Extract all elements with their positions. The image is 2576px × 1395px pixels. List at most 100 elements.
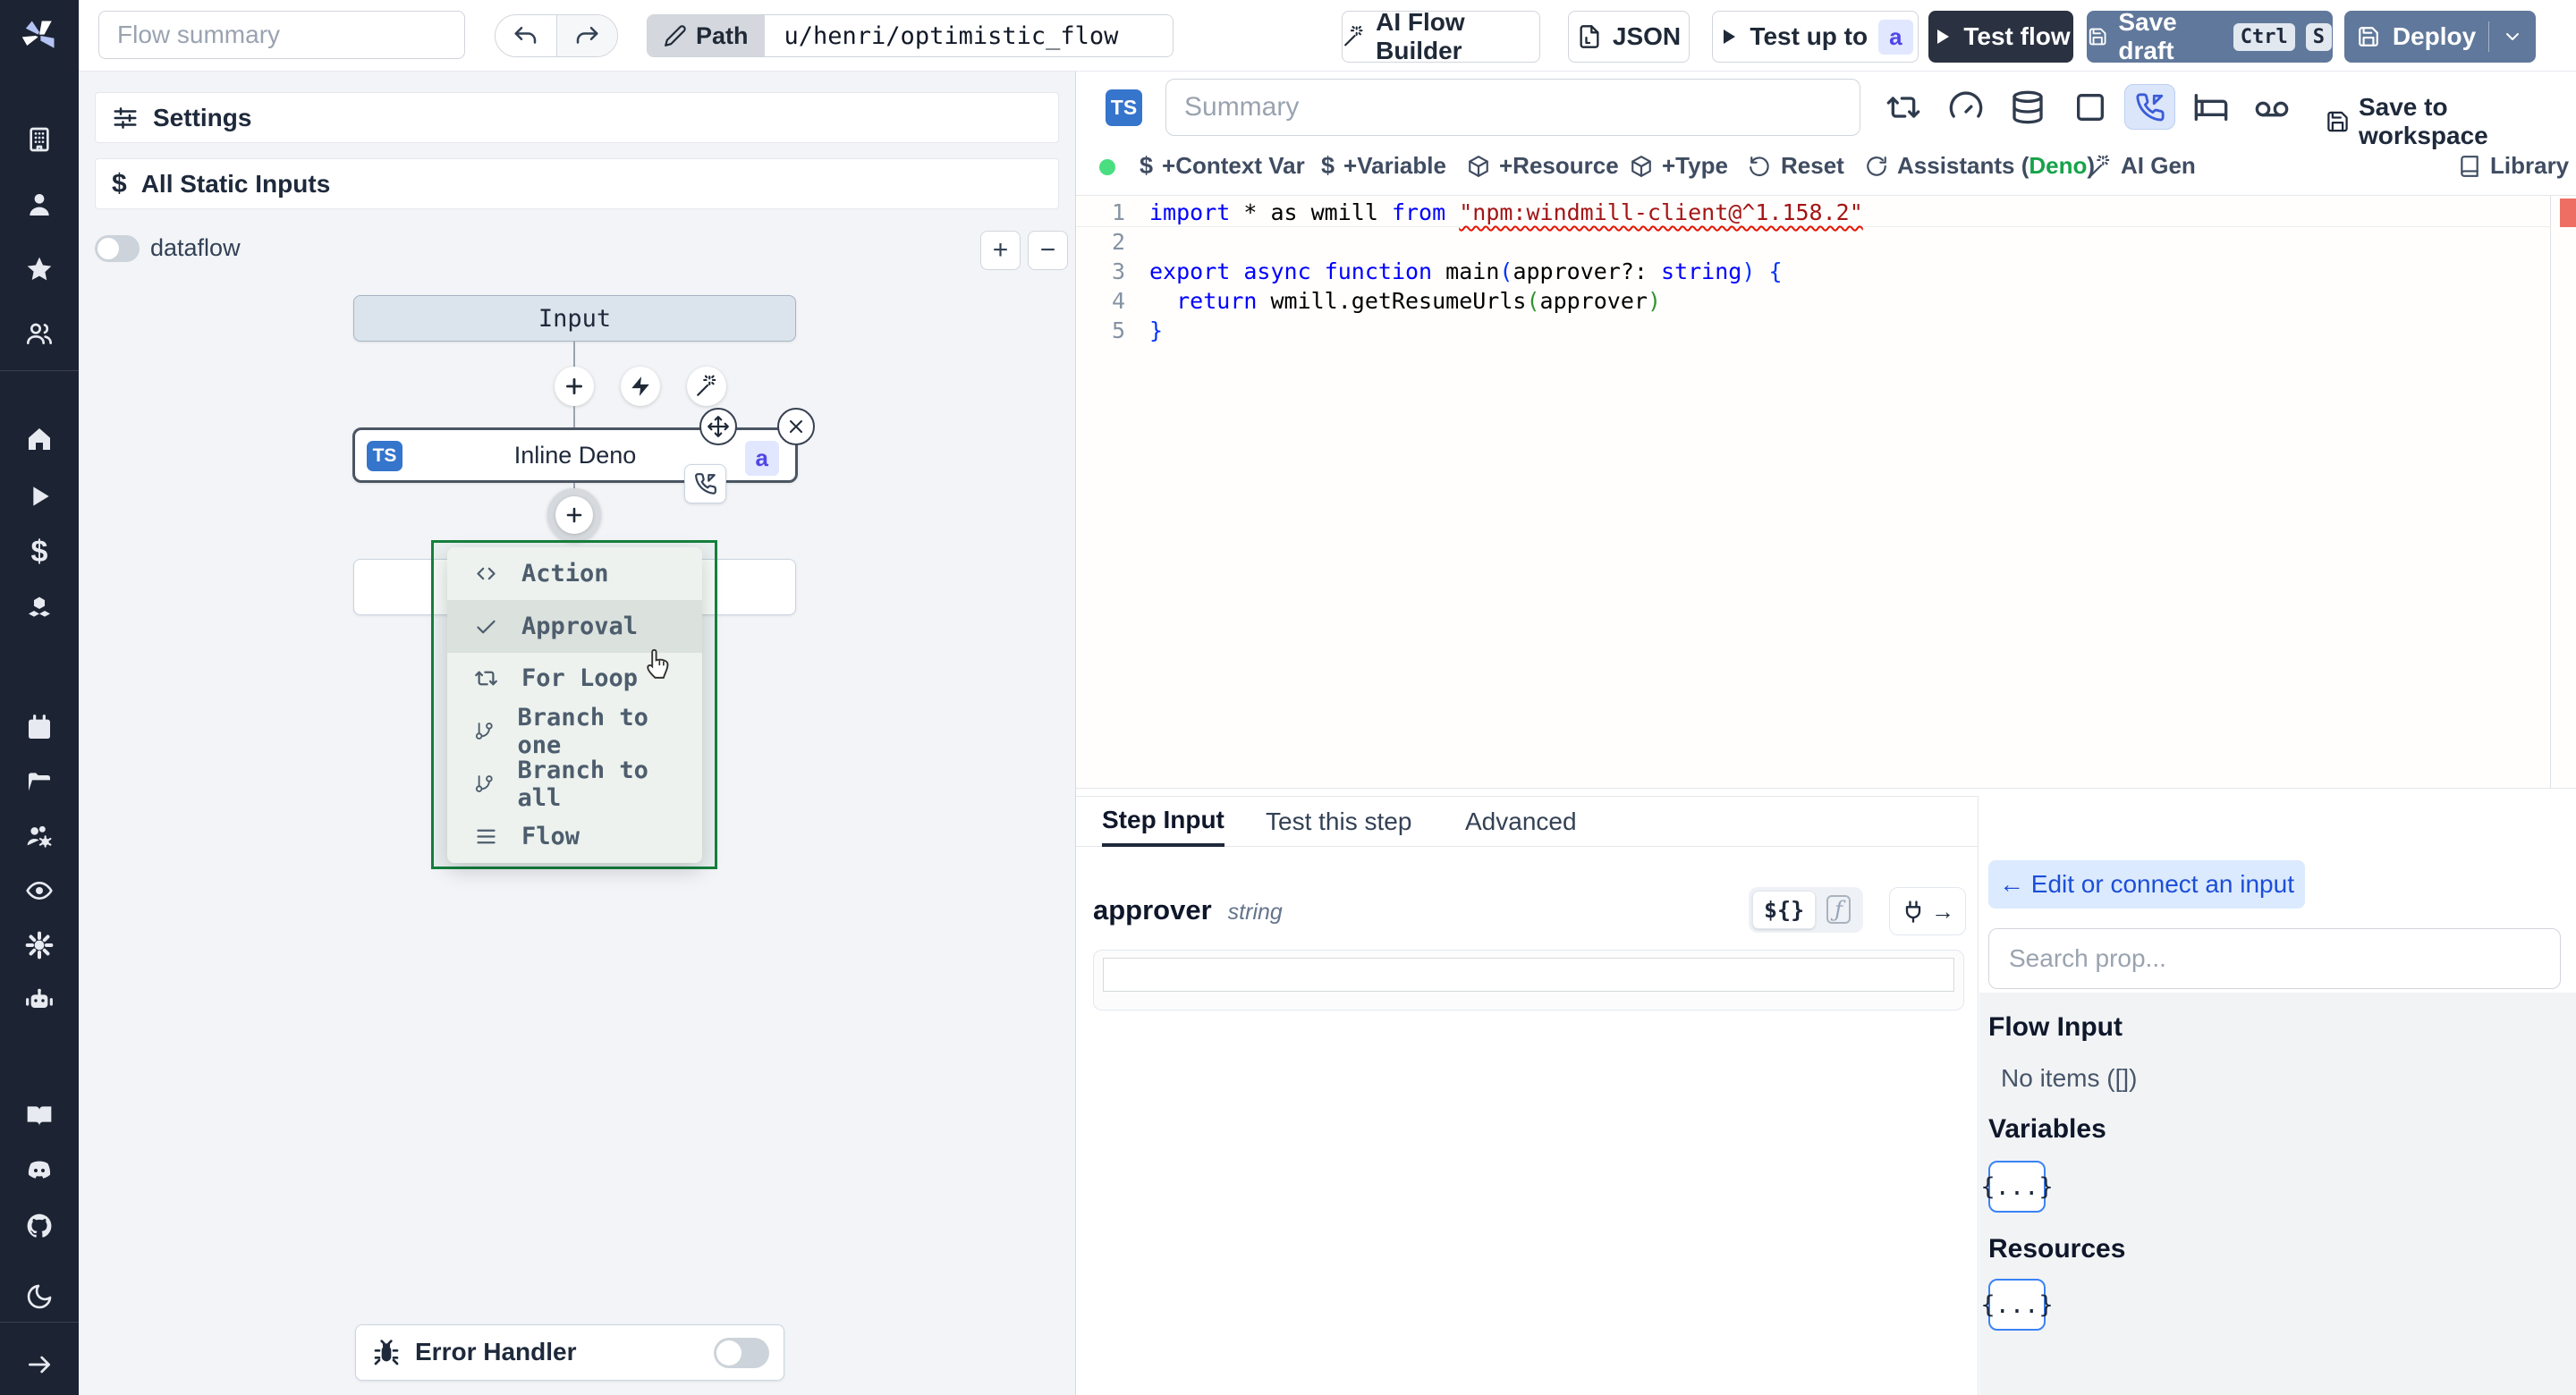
fn-mode-button[interactable]: ƒ (1818, 893, 1860, 926)
zoom-in-button[interactable]: + (980, 231, 1021, 270)
error-handler-node[interactable]: Error Handler (355, 1324, 784, 1381)
workspace-icon[interactable] (25, 125, 54, 154)
error-handler-label: Error Handler (415, 1338, 577, 1365)
ai-flow-builder-button[interactable]: AI Flow Builder (1342, 8, 1540, 64)
code-editor[interactable]: 1 import * as wmill from "npm:windmill-cl… (1076, 195, 2576, 789)
dark-mode-moon-icon[interactable] (25, 1282, 54, 1311)
database-cache-icon[interactable] (2010, 89, 2046, 125)
docs-icon[interactable] (25, 1102, 54, 1130)
flow-input-heading: Flow Input (1988, 1012, 2123, 1042)
test-flow-button[interactable]: Test flow (1928, 11, 2073, 63)
assistants-label: Assistants (Deno) (1897, 152, 2096, 179)
error-handler-toggle[interactable] (714, 1338, 769, 1368)
voicemail-icon[interactable] (2254, 91, 2290, 127)
runs-icon[interactable] (25, 482, 54, 511)
save-icon (2088, 25, 2107, 48)
discord-icon[interactable] (25, 1156, 54, 1185)
book-icon (2458, 155, 2481, 178)
gauge-performance-icon[interactable] (1948, 89, 1984, 125)
play-icon (1717, 26, 1739, 47)
concurrency-square-icon[interactable] (2072, 89, 2108, 125)
variables-icon[interactable]: $ (25, 535, 54, 569)
add-resource-button[interactable]: +Resource (1467, 152, 1619, 180)
path-value-input[interactable]: u/henri/optimistic_flow (764, 15, 1173, 56)
variables-object-chip[interactable]: {...} (1980, 1161, 2054, 1213)
resources-icon[interactable] (25, 595, 54, 623)
flow-summary-input[interactable]: Flow summary (98, 11, 465, 59)
github-icon[interactable] (25, 1212, 54, 1240)
menu-item-branch-to-one[interactable]: Branch to one (447, 704, 702, 759)
package-icon (1630, 155, 1653, 178)
tab-step-input[interactable]: Step Input (1102, 797, 1224, 847)
zoom-out-button[interactable]: − (1028, 231, 1068, 270)
groups-icon[interactable] (25, 319, 54, 348)
repeat-retries-icon[interactable] (1885, 89, 1921, 125)
library-button[interactable]: Library (2458, 152, 2569, 180)
undo-button[interactable] (496, 15, 556, 56)
audit-logs-icon[interactable] (25, 876, 54, 905)
trigger-zap-button[interactable] (621, 367, 660, 406)
home-icon[interactable] (25, 425, 54, 453)
all-static-inputs-label: All Static Inputs (140, 169, 331, 198)
flow-settings-label: Settings (153, 103, 252, 131)
code-icon (474, 562, 498, 586)
folders-icon[interactable] (25, 768, 54, 797)
path-button[interactable]: Path (648, 15, 765, 56)
test-up-to-button[interactable]: Test up to a (1712, 11, 1919, 63)
workers-robot-icon[interactable] (25, 986, 54, 1015)
menu-item-branch-to-all[interactable]: Branch to all (447, 757, 702, 812)
check-icon (474, 614, 498, 638)
flow-settings-row[interactable]: Settings (95, 92, 1059, 143)
insert-step-button[interactable] (555, 367, 594, 406)
edit-or-connect-button[interactable]: ← Edit or connect an input (1988, 860, 2305, 909)
ai-suggest-button[interactable] (687, 367, 726, 406)
suspend-approval-active-button[interactable] (2124, 84, 2175, 130)
typescript-badge: TS (1106, 89, 1142, 126)
save-draft-button[interactable]: Save draft Ctrl S (2087, 8, 2333, 64)
save-to-workspace-label: Save to workspace (2358, 93, 2488, 149)
insert-step-button[interactable] (555, 496, 593, 534)
search-prop-input[interactable]: Search prop... (1988, 928, 2561, 989)
suspend-approval-badge[interactable] (684, 464, 726, 503)
variables-heading: Variables (1988, 1114, 2106, 1144)
editor-scrollbar-gutter[interactable] (2550, 195, 2551, 789)
step-summary-input[interactable]: Summary (1165, 79, 1860, 136)
delete-step-button[interactable] (777, 408, 815, 445)
assistants-button[interactable]: Assistants (Deno) (1865, 152, 2095, 180)
connect-input-button[interactable]: → (1889, 887, 1966, 935)
schedules-icon[interactable] (25, 714, 54, 742)
save-to-workspace-button[interactable]: Save to workspace (2326, 93, 2576, 150)
expand-sidebar-icon[interactable] (25, 1350, 54, 1379)
json-button[interactable]: JSON (1568, 11, 1690, 63)
move-step-button[interactable] (699, 408, 737, 445)
tab-test-this-step[interactable]: Test this step (1266, 797, 1411, 847)
expr-mode-button[interactable]: ${} (1752, 891, 1817, 929)
sleep-bed-icon[interactable] (2193, 89, 2229, 125)
flow-node-input[interactable]: Input (353, 295, 796, 342)
field-value-input[interactable] (1093, 950, 1964, 1010)
add-variable-button[interactable]: $ +Variable (1321, 152, 1446, 180)
menu-item-label: Action (521, 559, 609, 588)
redo-button[interactable] (555, 15, 617, 56)
favorites-star-icon[interactable] (25, 255, 54, 283)
settings-gear-icon[interactable] (25, 931, 54, 960)
deploy-button[interactable]: Deploy (2344, 11, 2536, 63)
add-context-var-button[interactable]: $ +Context Var (1140, 152, 1305, 180)
menu-item-flow[interactable]: Flow (447, 810, 702, 863)
ai-gen-button[interactable]: AI Gen (2089, 152, 2196, 180)
tab-advanced[interactable]: Advanced (1465, 797, 1577, 847)
user-icon[interactable] (25, 190, 54, 219)
reset-label: Reset (1781, 152, 1844, 179)
all-static-inputs-row[interactable]: $ All Static Inputs (95, 158, 1059, 209)
test-up-to-step-badge: a (1878, 19, 1913, 55)
chevron-down-icon[interactable] (2502, 26, 2523, 47)
add-type-button[interactable]: +Type (1630, 152, 1728, 180)
dollar-icon: $ (112, 168, 127, 199)
groups-admin-icon[interactable] (25, 823, 54, 851)
dataflow-toggle[interactable] (95, 235, 140, 262)
menu-item-action[interactable]: Action (447, 547, 702, 600)
resources-object-chip[interactable]: {...} (1980, 1279, 2054, 1331)
windmill-logo-icon[interactable] (20, 16, 59, 55)
reset-button[interactable]: Reset (1749, 152, 1844, 180)
deploy-divider (2488, 21, 2490, 52)
